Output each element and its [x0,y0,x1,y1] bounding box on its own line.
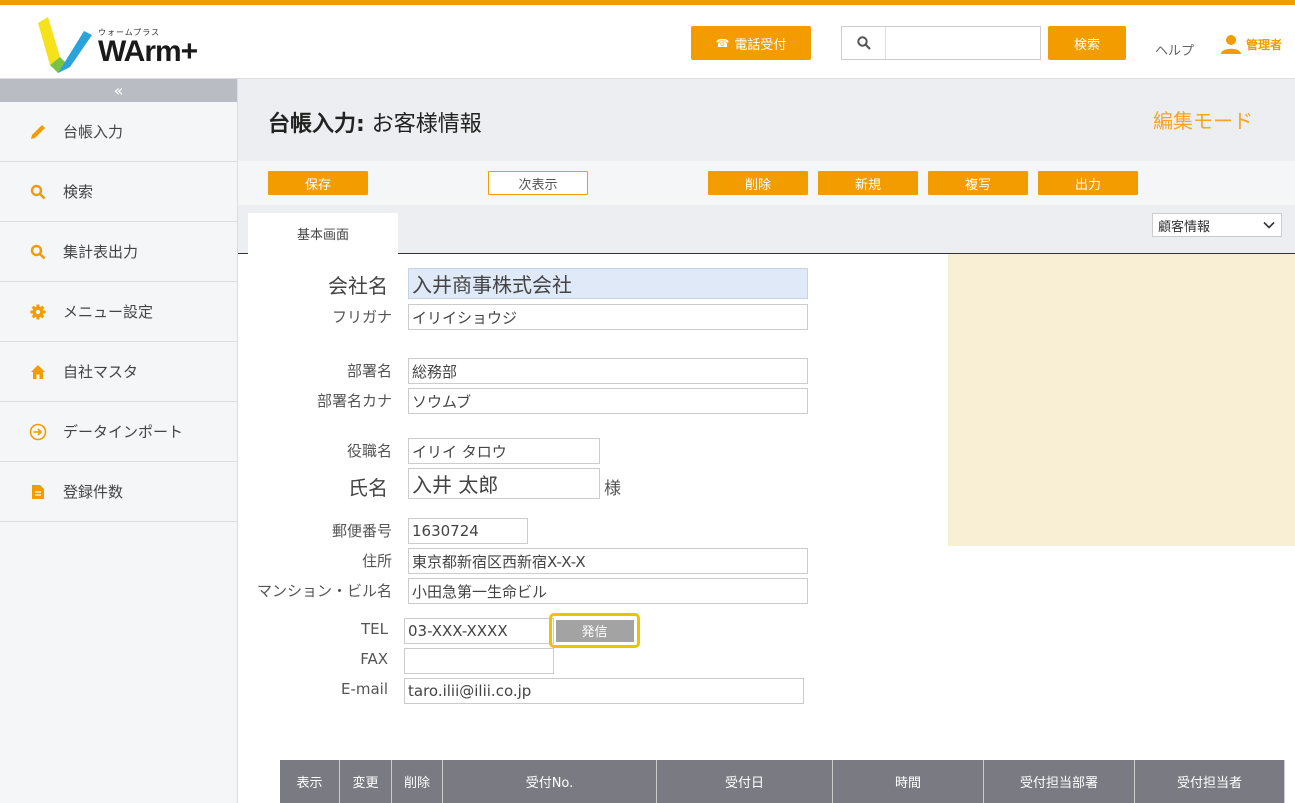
gear-icon [28,302,48,322]
position-label: 役職名 [346,442,392,460]
action-toolbar: 保存 次表示 削除 新規 複写 出力 [238,161,1295,205]
tel-field[interactable]: 03-XXX-XXXX [404,618,554,644]
dial-button[interactable]: 発信 [555,619,634,642]
name-label: 氏名 [348,476,388,500]
department-kana-label: 部署名カナ [316,392,392,410]
pencil-icon [28,122,48,142]
import-icon [28,422,48,442]
sidebar-item-company-master[interactable]: 自社マスタ [0,342,237,402]
save-button[interactable]: 保存 [268,171,368,195]
search-icon [842,27,886,59]
position-field[interactable]: イリイ タロウ [408,438,600,464]
search-button[interactable]: 検索 [1048,26,1126,60]
page-title-subject: お客様情報 [364,112,482,137]
search-icon [28,242,48,262]
edit-mode-indicator: 編集モード [1153,109,1253,133]
tab-basic-screen[interactable]: 基本画面 [248,213,398,254]
tel-label: TEL [361,620,388,638]
column-header-edit[interactable]: 変更 [340,760,392,803]
sidebar-item-label: 集計表出力 [63,243,139,261]
department-field[interactable]: 総務部 [408,358,808,384]
page-title: 台帳入力: お客様情報 [268,106,482,138]
building-field[interactable]: 小田急第一生命ビル [408,578,808,604]
help-link[interactable]: ヘルプ [1155,40,1194,59]
company-label: 会社名 [328,274,388,298]
next-display-button[interactable]: 次表示 [488,171,588,195]
column-header-reception-dept[interactable]: 受付担当部署 [984,760,1135,803]
collapse-sidebar-button[interactable]: « [0,79,237,102]
output-button[interactable]: 出力 [1038,171,1138,195]
sidebar-item-label: 自社マスタ [63,363,139,381]
column-header-reception-no[interactable]: 受付No. [443,760,657,803]
home-icon [28,362,48,382]
address-field[interactable]: 東京都新宿区西新宿X-X-X [408,548,808,574]
email-label: E-mail [340,680,388,698]
search-icon [28,182,48,202]
sidebar: « 台帳入力 検索 集計表出力 メニュー設定 自社マスタ データインポート 登録… [0,79,238,803]
sidebar-item-label: 登録件数 [63,483,124,501]
email-field[interactable]: taro.ilii@ilii.co.jp [404,678,804,704]
building-label: マンション・ビル名 [256,582,392,600]
tab-row: 基本画面 顧客情報 [238,205,1295,254]
fax-field[interactable] [404,648,554,674]
document-icon [28,482,48,502]
view-select[interactable]: 顧客情報 [1152,213,1282,237]
sidebar-item-search[interactable]: 検索 [0,162,237,222]
sidebar-item-label: 検索 [63,183,94,201]
sidebar-item-label: データインポート [63,423,184,441]
user-menu[interactable]: 管理者 [1220,33,1282,55]
logo-mark-icon [38,17,92,73]
sidebar-item-record-count[interactable]: 登録件数 [0,462,237,522]
column-header-time[interactable]: 時間 [833,760,984,803]
user-icon [1221,35,1241,54]
column-header-delete[interactable]: 削除 [392,760,443,803]
user-name: 管理者 [1246,37,1283,52]
fax-label: FAX [360,650,388,668]
brand-logo[interactable]: ウォームプラス WArm+ [36,15,216,77]
department-label: 部署名 [346,362,392,380]
sidebar-item-label: 台帳入力 [63,123,124,141]
postal-code-field[interactable]: 1630724 [408,518,528,544]
department-kana-field[interactable]: ソウムブ [408,388,808,414]
phone-reception-label: 電話受付 [734,36,787,52]
company-field[interactable]: 入井商事株式会社 [408,268,808,299]
page-header: 台帳入力: お客様情報 編集モード [238,79,1295,161]
column-header-reception-staff[interactable]: 受付担当者 [1135,760,1285,803]
name-field[interactable]: 入井 太郎 [408,468,600,499]
delete-button[interactable]: 削除 [708,171,808,195]
search-box [841,26,1041,60]
copy-button[interactable]: 複写 [928,171,1028,195]
honorific-label: 様 [604,479,621,499]
phone-reception-button[interactable]: ☎ 電話受付 [691,26,811,60]
new-button[interactable]: 新規 [818,171,918,195]
page-title-section: 台帳入力: [268,112,365,137]
top-bar: ウォームプラス WArm+ ☎ 電話受付 検索 ヘルプ 管理者 [0,0,1295,79]
reception-table-header: 表示 変更 削除 受付No. 受付日 時間 受付担当部署 受付担当者 [280,760,1285,803]
phone-icon: ☎ [715,37,730,50]
furigana-field[interactable]: イリイショウジ [408,304,808,330]
logo-wordmark: WArm+ [98,35,198,68]
address-label: 住所 [361,552,392,570]
view-select-value: 顧客情報 [1158,219,1211,235]
search-input[interactable] [887,27,1040,59]
column-header-view[interactable]: 表示 [280,760,340,803]
sidebar-item-ledger-input[interactable]: 台帳入力 [0,102,237,162]
info-panel [948,254,1295,546]
column-header-reception-date[interactable]: 受付日 [657,760,833,803]
postal-code-label: 郵便番号 [331,522,392,540]
sidebar-item-data-import[interactable]: データインポート [0,402,237,462]
sidebar-item-report-output[interactable]: 集計表出力 [0,222,237,282]
dial-button-frame: 発信 [549,613,640,648]
sidebar-item-menu-settings[interactable]: メニュー設定 [0,282,237,342]
furigana-label: フリガナ [331,308,392,326]
sidebar-item-label: メニュー設定 [63,303,154,321]
chevron-down-icon [1263,221,1275,229]
